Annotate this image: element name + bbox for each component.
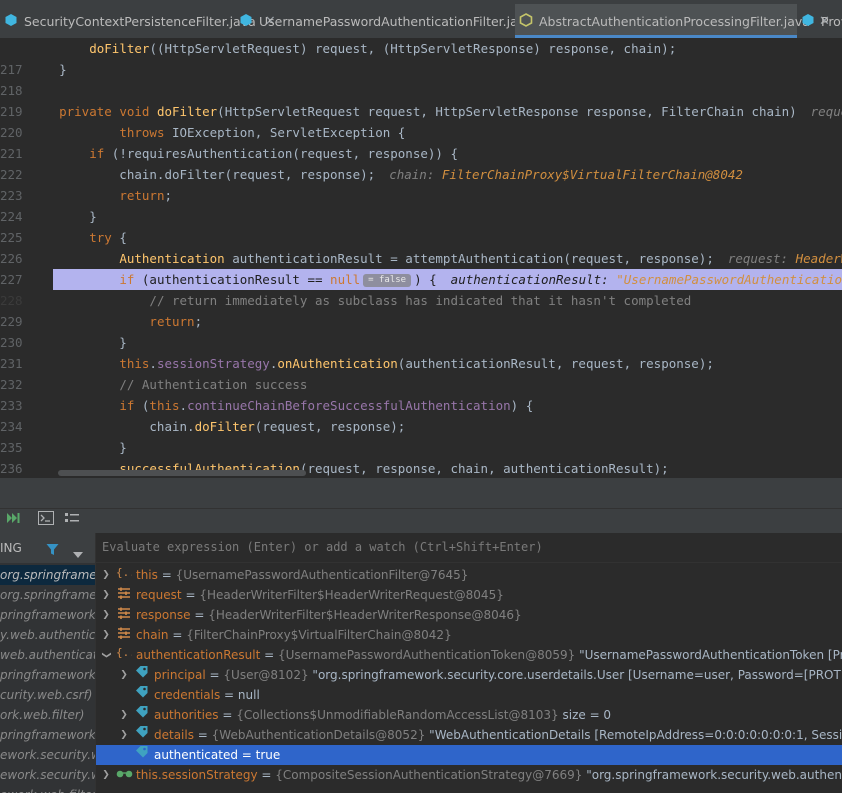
variable-row-authorities[interactable]: ❯ authorities = {Collections$Unmodifiabl… <box>96 705 842 725</box>
tab-username-password-authentication-filter[interactable]: UsernamePasswordAuthenticationFilter.jav… <box>235 4 553 38</box>
tab-label: UsernamePasswordAuthenticationFilter.jav… <box>259 13 533 29</box>
expand-arrow-icon[interactable]: ❯ <box>100 605 112 625</box>
frame-item[interactable]: y.web.authenticat <box>0 625 95 645</box>
frames-list: org.springframewo org.springframewo prin… <box>0 563 95 793</box>
java-abstract-class-icon <box>519 12 533 30</box>
java-class-icon <box>4 13 18 30</box>
code-line: 229 // return immediately as subclass ha… <box>0 290 842 329</box>
code-line: 226 try { <box>0 227 842 266</box>
tab-prov[interactable]: Prov <box>797 4 842 38</box>
parameter-icon <box>116 625 132 645</box>
horizontal-scrollbar[interactable] <box>0 468 842 478</box>
object-icon: {..} <box>116 565 143 585</box>
resume-icon[interactable] <box>6 511 20 531</box>
value-badge: = false <box>363 274 412 287</box>
field-icon <box>134 725 150 745</box>
frame-item[interactable]: curity.web.csrf) <box>0 685 95 705</box>
frames-header: ING <box>0 533 95 563</box>
code-line: 232 this.sessionStrategy.onAuthenticatio… <box>0 353 842 392</box>
tab-abstract-authentication-processing-filter[interactable]: AbstractAuthenticationProcessingFilter.j… <box>515 4 830 38</box>
evaluate-bar <box>96 533 842 563</box>
expand-arrow-icon[interactable]: ❯ <box>118 725 130 745</box>
code-line: 221 throws IOException, ServletException… <box>0 122 842 161</box>
filter-icon[interactable] <box>46 541 59 560</box>
variable-row-chain[interactable]: ❯ chain = {FilterChainProxy$VirtualFilte… <box>96 625 842 645</box>
expand-arrow-icon[interactable]: ❯ <box>100 765 112 785</box>
field-icon <box>134 685 150 705</box>
variable-row-authenticated[interactable]: authenticated = true <box>96 745 842 765</box>
code-line: 219 <box>0 80 842 119</box>
object-icon: {..} <box>116 645 143 665</box>
variable-row-authentication-result[interactable]: ❯ {..} authenticationResult = {UsernameP… <box>96 645 842 665</box>
code-line: 224 return; <box>0 185 842 224</box>
expand-arrow-icon[interactable]: ❯ <box>100 625 112 645</box>
expand-arrow-icon[interactable]: ❯ <box>100 585 112 605</box>
inline-hint: chain: FilterChainProxy$VirtualFilterCha… <box>389 167 743 182</box>
frame-item[interactable]: org.springframewo <box>0 565 95 585</box>
code-line: 217 doFilter((HttpServletRequest) reques… <box>0 38 842 77</box>
variable-row-credentials[interactable]: credentials = null <box>96 685 842 705</box>
code-line: 230 return; <box>0 311 842 350</box>
field-icon <box>134 665 150 685</box>
code-line: 218 } <box>0 59 842 98</box>
code-line: 227 Authentication authenticationResult … <box>0 248 842 287</box>
inline-hint: request: <box>810 104 842 119</box>
frame-item[interactable]: ework.web.filter) <box>0 785 95 793</box>
frame-item[interactable]: pringframework.se <box>0 725 95 745</box>
code-line: 225 } <box>0 206 842 245</box>
editor-tab-bar: SecurityContextPersistenceFilter.java ✕ … <box>0 4 842 39</box>
frame-item[interactable]: pringframework.se <box>0 665 95 685</box>
tab-security-context-persistence-filter[interactable]: SecurityContextPersistenceFilter.java ✕ <box>0 4 276 38</box>
variable-row-session-strategy[interactable]: ❯ this.sessionStrategy = {CompositeSessi… <box>96 765 842 785</box>
variable-row-response[interactable]: ❯ response = {HeaderWriterFilter$HeaderW… <box>96 605 842 625</box>
watch-glasses-icon <box>116 765 133 785</box>
java-class-icon <box>239 13 253 30</box>
layout-list-icon[interactable] <box>64 511 80 531</box>
collapse-arrow-icon[interactable]: ❯ <box>96 649 116 661</box>
parameter-icon <box>116 585 132 605</box>
variable-row-this[interactable]: ❯ {..} this = {UsernamePasswordAuthentic… <box>96 565 842 585</box>
frame-item[interactable]: ork.web.filter) <box>0 705 95 725</box>
svg-text:{..}: {..} <box>116 566 132 579</box>
code-line: 235 chain.doFilter(request, response); <box>0 416 842 455</box>
code-editor[interactable]: 217 doFilter((HttpServletRequest) reques… <box>0 38 842 478</box>
variables-tree: ❯ {..} this = {UsernamePasswordAuthentic… <box>96 563 842 793</box>
scrollbar-thumb[interactable] <box>58 470 306 476</box>
code-line: 222 if (!requiresAuthentication(request,… <box>0 143 842 182</box>
current-execution-line: 228 if (authenticationResult == null = fa… <box>0 269 842 308</box>
panel-splitter[interactable] <box>0 478 842 508</box>
code-line: 234 if (this.continueChainBeforeSuccessf… <box>0 395 842 434</box>
dropdown-arrow-icon[interactable] <box>73 544 83 563</box>
field-icon <box>134 745 150 765</box>
inline-hint: authenticationResult: "UsernamePasswordA… <box>450 272 842 287</box>
tab-label: AbstractAuthenticationProcessingFilter.j… <box>539 13 810 29</box>
variable-row-details[interactable]: ❯ details = {WebAuthenticationDetails@80… <box>96 725 842 745</box>
frame-item[interactable]: org.springframewo <box>0 585 95 605</box>
code-line: 236 } <box>0 437 842 476</box>
frame-item[interactable]: web.authenticatio <box>0 645 95 665</box>
tab-label: SecurityContextPersistenceFilter.java <box>24 13 256 29</box>
console-icon[interactable] <box>38 511 54 531</box>
variable-row-principal[interactable]: ❯ principal = {User@8102} "org.springfra… <box>96 665 842 685</box>
parameter-icon <box>116 605 132 625</box>
code-line: 223 chain.doFilter(request, response); ch… <box>0 164 842 203</box>
variable-row-request[interactable]: ❯ request = {HeaderWriterFilter$HeaderWr… <box>96 585 842 605</box>
expand-arrow-icon[interactable]: ❯ <box>100 565 112 585</box>
inline-hint: request: HeaderWrit <box>727 251 842 266</box>
frame-item[interactable]: ework.security.we <box>0 765 95 785</box>
code-line: 233 // Authentication success <box>0 374 842 413</box>
code-line: 220 private void doFilter(HttpServletReq… <box>0 101 842 140</box>
debug-toolbar <box>0 508 842 533</box>
code-line: 231 } <box>0 332 842 371</box>
frames-header-label: ING <box>0 541 22 555</box>
frame-item[interactable]: pringframework.se <box>0 605 95 625</box>
java-class-icon <box>801 13 815 30</box>
evaluate-expression-input[interactable] <box>102 540 822 554</box>
frame-item[interactable]: ework.security.we <box>0 745 95 765</box>
expand-arrow-icon[interactable]: ❯ <box>118 705 130 725</box>
expand-arrow-icon[interactable]: ❯ <box>118 665 130 685</box>
field-icon <box>134 705 150 725</box>
svg-text:{..}: {..} <box>116 646 132 659</box>
tab-label: Prov <box>821 13 842 29</box>
